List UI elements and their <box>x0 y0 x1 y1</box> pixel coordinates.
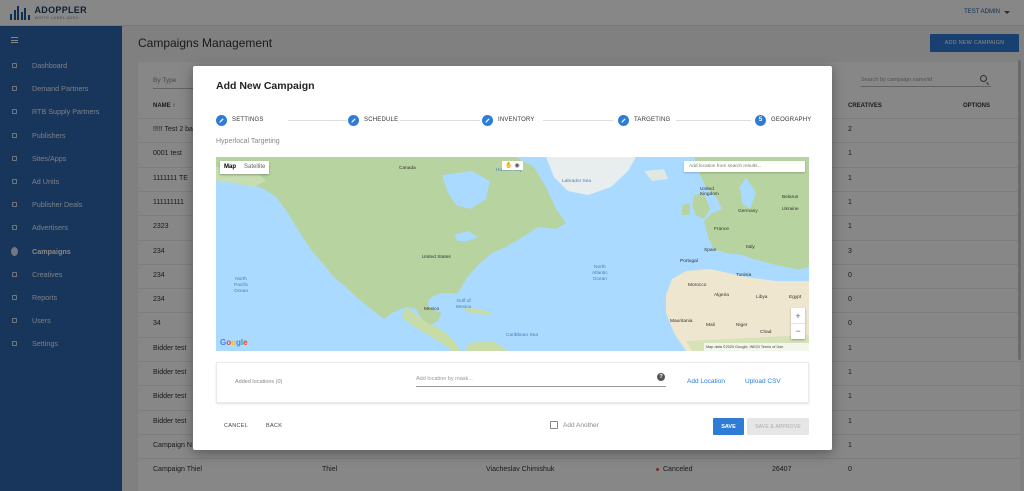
map-label-chad: Chad <box>760 330 772 335</box>
map-label-gulf-of-mexico: Gulf of Mexico <box>456 299 472 310</box>
pencil-icon <box>482 114 493 126</box>
added-locations-count: Added locations (0) <box>235 379 283 385</box>
hyperlocal-targeting-label: Hyperlocal Targeting <box>216 138 280 145</box>
step-connector <box>543 119 613 121</box>
map-label-portugal: Portugal <box>680 259 698 264</box>
map-label-spain: Spain <box>704 248 717 253</box>
zoom-in-button[interactable]: + <box>791 308 805 323</box>
map-drawing-tools: ✋ ◉ <box>502 161 523 170</box>
map-label-united-states: United States <box>422 255 451 260</box>
map-label-north-pacific: North Pacific Ocean <box>234 277 249 294</box>
map-label-france: France <box>714 227 729 232</box>
map-label-libya: Libya <box>756 295 768 300</box>
step-label: INVENTORY <box>498 117 535 123</box>
step-label: GEOGRAPHY <box>771 117 812 123</box>
add-another-label: Add Another <box>563 422 599 429</box>
map-label-germany: Germany <box>738 209 758 214</box>
step-connector <box>288 119 347 121</box>
step-schedule[interactable]: SCHEDULE <box>348 113 398 127</box>
map-location-search[interactable]: Add location from search results... <box>684 161 805 172</box>
map-label-italy: Italy <box>746 245 755 250</box>
step-connector <box>400 119 480 121</box>
map-label-niger: Niger <box>736 323 748 328</box>
map-label-mali: Mali <box>706 323 715 328</box>
map-label-egypt: Egypt <box>789 295 802 300</box>
wizard-stepper: SETTINGS SCHEDULE INVENTORY TARGETING 5 … <box>216 113 811 127</box>
map-type-satellite-button[interactable]: Satellite <box>240 161 269 174</box>
map-label-morocco: Morocco <box>688 283 707 288</box>
circle-tool-icon[interactable]: ◉ <box>514 162 519 169</box>
map-type-map-button[interactable]: Map <box>220 161 240 174</box>
step-connector <box>676 119 751 121</box>
zoom-out-button[interactable]: − <box>791 323 805 338</box>
hand-icon[interactable]: ✋ <box>505 162 512 169</box>
step-inventory[interactable]: INVENTORY <box>482 113 535 127</box>
add-location-input[interactable]: Add location by mask... <box>416 376 666 387</box>
map-label-caribbean-sea: Caribbean Sea <box>506 333 539 338</box>
locations-panel: Added locations (0) Add location by mask… <box>216 362 809 403</box>
pencil-icon <box>618 114 629 126</box>
map-label-tunisia: Tunisia <box>736 273 752 278</box>
step-label: SCHEDULE <box>364 117 399 123</box>
cancel-button[interactable]: CANCEL <box>224 423 248 429</box>
map-label-ukraine: Ukraine <box>782 207 799 212</box>
modal-title: Add New Campaign <box>216 80 315 92</box>
map-label-belarus: Belarus <box>782 195 799 200</box>
step-settings[interactable]: SETTINGS <box>216 113 264 127</box>
step-number: 5 <box>755 114 766 126</box>
map-label-north-atlantic: North Atlantic Ocean <box>592 265 608 282</box>
save-button[interactable]: SAVE <box>713 418 744 435</box>
google-map[interactable]: Canada Hudson Bay Labrador Sea United St… <box>216 157 809 351</box>
step-label: TARGETING <box>634 117 671 123</box>
pencil-icon <box>216 114 227 126</box>
back-button[interactable]: BACK <box>266 423 282 429</box>
upload-csv-button[interactable]: Upload CSV <box>745 378 781 385</box>
add-campaign-modal: Add New Campaign SETTINGS SCHEDULE INVEN… <box>193 66 832 450</box>
map-label-canada: Canada <box>399 166 416 171</box>
world-map-graphic <box>216 157 809 351</box>
save-and-approve-button[interactable]: SAVE & APPROVE <box>747 418 809 435</box>
step-targeting[interactable]: TARGETING <box>618 113 670 127</box>
map-attribution[interactable]: Map data ©2020 Google, INEGI Terms of Us… <box>704 343 809 351</box>
add-location-button[interactable]: Add Location <box>687 378 725 385</box>
step-label: SETTINGS <box>232 117 264 123</box>
help-icon[interactable]: ? <box>657 373 665 381</box>
map-label-algeria: Algeria <box>714 293 729 298</box>
google-logo[interactable]: Google <box>220 338 248 347</box>
map-label-labrador-sea: Labrador Sea <box>562 179 592 184</box>
pencil-icon <box>348 114 359 126</box>
map-type-control: Map Satellite <box>220 161 270 174</box>
add-another-checkbox[interactable] <box>550 421 558 429</box>
map-label-mexico: Mexico <box>424 307 440 312</box>
map-zoom-control: + − <box>791 308 805 339</box>
step-geography[interactable]: 5 GEOGRAPHY <box>755 113 811 127</box>
map-label-mauritania: Mauritania <box>670 319 693 324</box>
map-label-united-kingdom: United Kingdom <box>700 187 719 197</box>
